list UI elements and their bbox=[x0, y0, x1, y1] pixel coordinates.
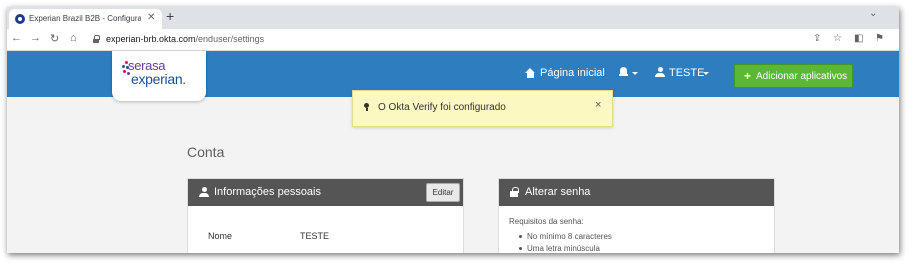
browser-tab-strip: Experian Brazil B2B - Configurações ✕ + … bbox=[7, 7, 899, 29]
address-url: experian-brb.okta.com/enduser/settings bbox=[106, 34, 264, 44]
user-menu[interactable]: TESTE bbox=[669, 67, 704, 79]
success-notification: O Okta Verify foi configurado × bbox=[352, 90, 613, 127]
password-requirements-title: Requisitos da senha: bbox=[509, 217, 584, 226]
name-value: TESTE bbox=[300, 231, 330, 241]
list-item: No mínimo 8 caracteres bbox=[517, 232, 612, 244]
address-bar[interactable]: experian-brb.okta.com/enduser/settings bbox=[89, 32, 809, 48]
extension-icon[interactable]: ◧ bbox=[854, 33, 863, 44]
tab-title: Experian Brazil B2B - Configurações bbox=[29, 14, 141, 23]
forward-icon[interactable]: → bbox=[30, 32, 41, 44]
browser-toolbar: ← → ↻ ⌂ experian-brb.okta.com/enduser/se… bbox=[7, 29, 899, 51]
personal-info-panel: Informações pessoais Editar Nome TESTE bbox=[187, 178, 464, 253]
logo-text-experian: experian. bbox=[131, 71, 186, 87]
edit-button[interactable]: Editar bbox=[426, 183, 460, 202]
add-apps-label: Adicionar aplicativos bbox=[756, 71, 848, 82]
user-chevron-down-icon[interactable] bbox=[703, 72, 709, 75]
bookmark-star-icon[interactable]: ☆ bbox=[833, 33, 842, 44]
share-icon[interactable]: ⇪ bbox=[813, 33, 821, 44]
personal-info-title: Informações pessoais bbox=[214, 186, 321, 198]
add-apps-button[interactable]: + Adicionar aplicativos bbox=[734, 64, 853, 88]
tab-search-icon[interactable]: ⌄ bbox=[869, 8, 877, 19]
personal-info-header: Informações pessoais Editar bbox=[188, 179, 463, 206]
page-title: Conta bbox=[187, 144, 225, 160]
notifications-chevron-down-icon[interactable] bbox=[632, 72, 638, 75]
name-label: Nome bbox=[208, 231, 233, 241]
reload-icon[interactable]: ↻ bbox=[50, 32, 59, 45]
password-requirements-list: No mínimo 8 caracteres Uma letra minúscu… bbox=[517, 232, 612, 253]
list-item: Uma letra minúscula bbox=[517, 244, 612, 253]
lightbulb-icon bbox=[364, 103, 369, 112]
home-icon[interactable] bbox=[525, 68, 536, 78]
change-password-header: Alterar senha bbox=[499, 179, 774, 206]
tab-close-icon[interactable]: ✕ bbox=[147, 12, 155, 23]
lock-icon bbox=[93, 35, 100, 43]
home-link[interactable]: Página inicial bbox=[540, 67, 605, 79]
home-nav-icon[interactable]: ⌂ bbox=[70, 32, 77, 44]
browser-window: Experian Brazil B2B - Configurações ✕ + … bbox=[7, 7, 899, 253]
change-password-title: Alterar senha bbox=[525, 186, 591, 198]
lock-icon bbox=[510, 187, 519, 197]
serasa-experian-logo[interactable]: serasa experian. bbox=[112, 51, 206, 101]
change-password-panel: Alterar senha Requisitos da senha: No mí… bbox=[498, 178, 775, 253]
notification-message: O Okta Verify foi configurado bbox=[378, 102, 506, 113]
close-icon[interactable]: × bbox=[595, 99, 601, 111]
user-icon[interactable] bbox=[655, 67, 665, 77]
url-host: experian-brb.okta.com bbox=[106, 34, 196, 44]
user-icon bbox=[199, 187, 209, 197]
okta-favicon-icon bbox=[15, 14, 25, 24]
profile-extension-icon[interactable]: ⚑ bbox=[875, 33, 884, 44]
browser-tab[interactable]: Experian Brazil B2B - Configurações ✕ bbox=[9, 9, 162, 29]
new-tab-button[interactable]: + bbox=[166, 8, 174, 24]
bell-icon[interactable] bbox=[619, 67, 628, 77]
url-path: /enduser/settings bbox=[195, 34, 265, 44]
back-icon[interactable]: ← bbox=[11, 32, 22, 44]
plus-icon: + bbox=[744, 69, 752, 83]
